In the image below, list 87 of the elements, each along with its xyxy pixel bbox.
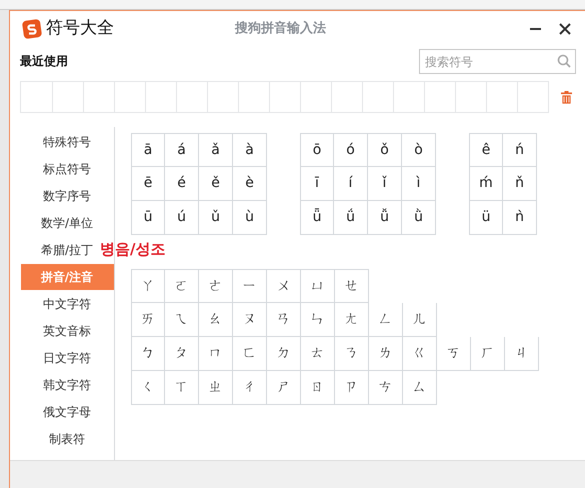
symbol-cell[interactable]: ㄖ	[301, 371, 335, 405]
symbol-cell[interactable]: ㄝ	[335, 269, 369, 303]
trash-icon[interactable]	[561, 90, 572, 104]
category-tab[interactable]: 数字序号	[41, 183, 93, 209]
symbol-cell[interactable]: ㄒ	[165, 371, 199, 405]
symbol-cell[interactable]: ㄠ	[199, 303, 233, 337]
category-tab[interactable]: 标点符号	[41, 156, 93, 182]
symbol-cell[interactable]: ㄡ	[233, 303, 267, 337]
symbol-cell[interactable]: ㄘ	[369, 371, 403, 405]
category-tab[interactable]: 日文字符	[41, 345, 93, 371]
category-tab[interactable]: 希腊/拉丁	[38, 237, 96, 263]
category-tab[interactable]: 特殊符号	[41, 129, 93, 155]
symbol-cell[interactable]: ㄦ	[403, 303, 437, 337]
symbol-cell[interactable]: ì	[402, 167, 436, 201]
symbol-cell[interactable]: ㄓ	[199, 371, 233, 405]
symbol-cell[interactable]: ǚ	[368, 201, 402, 235]
category-tab[interactable]: 中文字符	[41, 291, 93, 317]
symbol-cell[interactable]: ㄤ	[335, 303, 369, 337]
symbol-cell[interactable]: à	[233, 133, 267, 167]
app-name: 搜狗拼音输入法	[235, 20, 326, 38]
symbol-cell[interactable]: í	[334, 167, 368, 201]
symbol-cell[interactable]: ㄥ	[369, 303, 403, 337]
symbol-cell[interactable]: ó	[334, 133, 368, 167]
symbol-cell[interactable]: ǒ	[368, 133, 402, 167]
symbol-cell[interactable]: ê	[469, 133, 503, 167]
symbol-cell[interactable]: ō	[300, 133, 334, 167]
category-tab[interactable]: 英文音标	[41, 318, 93, 344]
symbol-cell[interactable]: ㄌ	[369, 337, 403, 371]
symbol-cell[interactable]: ㄟ	[165, 303, 199, 337]
section-label: 最近使用	[20, 53, 68, 70]
window-title: 符号大全	[46, 17, 114, 40]
symbol-cell[interactable]: è	[233, 167, 267, 201]
symbol-cell[interactable]: ㄇ	[199, 337, 233, 371]
symbol-cell[interactable]: ǔ	[199, 201, 233, 235]
symbol-cell[interactable]: ㄛ	[165, 269, 199, 303]
symbol-cell[interactable]: ㄊ	[301, 337, 335, 371]
search-icon	[557, 54, 571, 68]
symbol-cell[interactable]: ò	[402, 133, 436, 167]
symbol-cell[interactable]: ㄧ	[233, 269, 267, 303]
symbol-cell[interactable]: ㄣ	[301, 303, 335, 337]
symbol-cell[interactable]: ü	[469, 201, 503, 235]
symbol-cell[interactable]: ě	[199, 167, 233, 201]
symbol-cell[interactable]: ā	[131, 133, 165, 167]
symbol-cell[interactable]: ㄈ	[233, 337, 267, 371]
search-field[interactable]: 搜索符号	[419, 49, 576, 74]
symbol-cell[interactable]: ㄞ	[131, 303, 165, 337]
symbol-cell[interactable]: ḿ	[469, 167, 503, 201]
symbol-cell[interactable]: ㄚ	[131, 269, 165, 303]
symbol-cell[interactable]: ǹ	[503, 201, 537, 235]
symbol-cell[interactable]: ㄅ	[131, 337, 165, 371]
category-tab[interactable]: 俄文字母	[41, 399, 93, 425]
symbol-cell[interactable]: ㄕ	[267, 371, 301, 405]
category-tab[interactable]: 韩文字符	[41, 372, 93, 398]
symbol-cell[interactable]: ㄏ	[471, 337, 505, 371]
symbol-cell[interactable]: ㄔ	[233, 371, 267, 405]
symbol-cell[interactable]: ň	[503, 167, 537, 201]
logo-icon	[22, 19, 42, 39]
symbol-cell[interactable]: é	[165, 167, 199, 201]
symbol-cell[interactable]: ㄨ	[267, 269, 301, 303]
symbol-cell[interactable]: ū	[131, 201, 165, 235]
symbol-cell[interactable]: ㄆ	[165, 337, 199, 371]
symbol-cell[interactable]: ㄋ	[335, 337, 369, 371]
symbol-cell[interactable]: ㄉ	[267, 337, 301, 371]
symbol-cell[interactable]: á	[165, 133, 199, 167]
category-tab[interactable]: 数学/单位	[38, 210, 96, 236]
symbol-cell[interactable]: ń	[503, 133, 537, 167]
symbol-cell[interactable]: ㄍ	[403, 337, 437, 371]
symbol-cell[interactable]: ī	[300, 167, 334, 201]
symbol-cell[interactable]: ǐ	[368, 167, 402, 201]
symbol-cell[interactable]: ㄎ	[437, 337, 471, 371]
symbol-cell[interactable]: ǎ	[199, 133, 233, 167]
symbol-cell[interactable]: ǘ	[334, 201, 368, 235]
symbol-cell[interactable]: ē	[131, 167, 165, 201]
symbol-cell[interactable]: ㄗ	[335, 371, 369, 405]
symbol-cell[interactable]: ㄙ	[403, 371, 437, 405]
symbol-cell[interactable]: ǖ	[300, 201, 334, 235]
category-tab[interactable]: 制表符	[47, 426, 87, 452]
symbol-cell[interactable]: ú	[165, 201, 199, 235]
symbol-cell[interactable]: ㄐ	[505, 337, 539, 371]
symbol-cell[interactable]: ㄜ	[199, 269, 233, 303]
symbol-cell[interactable]: ù	[233, 201, 267, 235]
symbol-cell[interactable]: ㄩ	[301, 269, 335, 303]
annotation-label: 병음/성조	[100, 239, 166, 260]
symbol-cell[interactable]: ǜ	[402, 201, 436, 235]
close-button[interactable]	[557, 21, 573, 37]
symbol-cell[interactable]: ㄑ	[131, 371, 165, 405]
symbol-cell[interactable]: ㄢ	[267, 303, 301, 337]
